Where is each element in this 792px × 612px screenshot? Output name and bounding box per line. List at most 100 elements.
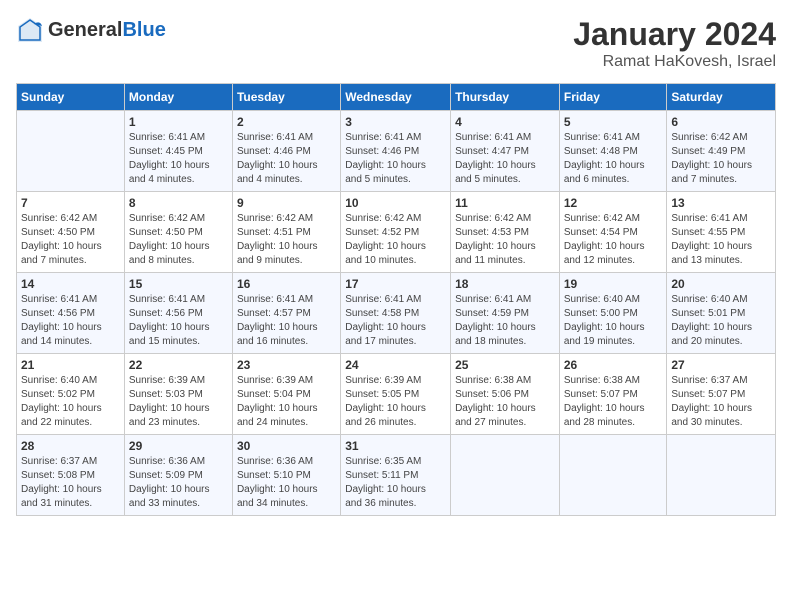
day-number: 11: [455, 196, 555, 210]
week-row-5: 28 Sunrise: 6:37 AM Sunset: 5:08 PM Dayli…: [17, 435, 776, 516]
day-number: 24: [345, 358, 446, 372]
location-title: Ramat HaKovesh, Israel: [573, 53, 776, 71]
calendar-cell: 2 Sunrise: 6:41 AM Sunset: 4:46 PM Daylig…: [232, 111, 340, 192]
day-number: 12: [564, 196, 663, 210]
calendar-cell: 26 Sunrise: 6:38 AM Sunset: 5:07 PM Dayli…: [559, 354, 667, 435]
day-number: 4: [455, 115, 555, 129]
day-number: 28: [21, 439, 120, 453]
day-number: 3: [345, 115, 446, 129]
calendar-table: SundayMondayTuesdayWednesdayThursdayFrid…: [16, 83, 776, 516]
day-info: Sunrise: 6:42 AM Sunset: 4:53 PM Dayligh…: [455, 212, 555, 268]
day-info: Sunrise: 6:40 AM Sunset: 5:01 PM Dayligh…: [671, 293, 771, 349]
calendar-cell: 9Sunrise: 6:42 AM Sunset: 4:51 PM Daylig…: [232, 192, 340, 273]
calendar-cell: 25Sunrise: 6:38 AM Sunset: 5:06 PM Dayli…: [451, 354, 560, 435]
day-number: 13: [671, 196, 771, 210]
day-header-friday: Friday: [559, 84, 667, 111]
day-info: Sunrise: 6:42 AM Sunset: 4:50 PM Dayligh…: [21, 212, 120, 268]
calendar-cell: 5Sunrise: 6:41 AM Sunset: 4:48 PM Daylig…: [559, 111, 667, 192]
day-info: Sunrise: 6:41 AM Sunset: 4:45 PM Dayligh…: [129, 131, 228, 187]
calendar-cell: 1Sunrise: 6:41 AM Sunset: 4:45 PM Daylig…: [124, 111, 232, 192]
day-number: 16: [237, 277, 336, 291]
day-header-tuesday: Tuesday: [232, 84, 340, 111]
day-info: Sunrise: 6:39 AM Sunset: 5:05 PM Dayligh…: [345, 374, 446, 430]
day-number: 31: [345, 439, 446, 453]
day-number: 8: [129, 196, 228, 210]
day-info: Sunrise: 6:42 AM Sunset: 4:49 PM Dayligh…: [671, 131, 771, 187]
day-number: 20: [671, 277, 771, 291]
day-info: Sunrise: 6:41 AM Sunset: 4:59 PM Dayligh…: [455, 293, 555, 349]
day-number: 17: [345, 277, 446, 291]
calendar-cell: 8Sunrise: 6:42 AM Sunset: 4:50 PM Daylig…: [124, 192, 232, 273]
day-info: Sunrise: 6:37 AM Sunset: 5:07 PM Dayligh…: [671, 374, 771, 430]
day-info: Sunrise: 6:40 AM Sunset: 5:02 PM Dayligh…: [21, 374, 120, 430]
day-number: 27: [671, 358, 771, 372]
day-number: 23: [237, 358, 336, 372]
week-row-4: 21 Sunrise: 6:40 AM Sunset: 5:02 PM Dayli…: [17, 354, 776, 435]
calendar-cell: [17, 111, 125, 192]
logo-general: General: [48, 19, 122, 41]
calendar-cell: 7 Sunrise: 6:42 AM Sunset: 4:50 PM Daylig…: [17, 192, 125, 273]
day-info: Sunrise: 6:36 AM Sunset: 5:09 PM Dayligh…: [129, 455, 228, 511]
day-number: 5: [564, 115, 663, 129]
day-info: Sunrise: 6:41 AM Sunset: 4:55 PM Dayligh…: [671, 212, 771, 268]
day-info: Sunrise: 6:41 AM Sunset: 4:47 PM Dayligh…: [455, 131, 555, 187]
day-number: 2: [237, 115, 336, 129]
day-number: 7: [21, 196, 120, 210]
calendar-cell: 23 Sunrise: 6:39 AM Sunset: 5:04 PM Dayli…: [232, 354, 340, 435]
day-info: Sunrise: 6:37 AM Sunset: 5:08 PM Dayligh…: [21, 455, 120, 511]
day-info: Sunrise: 6:40 AM Sunset: 5:00 PM Dayligh…: [564, 293, 663, 349]
calendar-cell: 3 Sunrise: 6:41 AM Sunset: 4:46 PM Daylig…: [341, 111, 451, 192]
day-number: 10: [345, 196, 446, 210]
calendar-cell: 6 Sunrise: 6:42 AM Sunset: 4:49 PM Daylig…: [667, 111, 776, 192]
day-info: Sunrise: 6:38 AM Sunset: 5:06 PM Dayligh…: [455, 374, 555, 430]
day-number: 29: [129, 439, 228, 453]
week-row-3: 14Sunrise: 6:41 AM Sunset: 4:56 PM Dayli…: [17, 273, 776, 354]
day-info: Sunrise: 6:35 AM Sunset: 5:11 PM Dayligh…: [345, 455, 446, 511]
day-header-wednesday: Wednesday: [341, 84, 451, 111]
month-title: January 2024: [573, 16, 776, 53]
header-row: SundayMondayTuesdayWednesdayThursdayFrid…: [17, 84, 776, 111]
calendar-cell: 17 Sunrise: 6:41 AM Sunset: 4:58 PM Dayli…: [341, 273, 451, 354]
day-number: 30: [237, 439, 336, 453]
title-block: January 2024 Ramat HaKovesh, Israel: [573, 16, 776, 71]
calendar-cell: 10 Sunrise: 6:42 AM Sunset: 4:52 PM Dayli…: [341, 192, 451, 273]
day-number: 15: [129, 277, 228, 291]
calendar-cell: [559, 435, 667, 516]
calendar-cell: 30 Sunrise: 6:36 AM Sunset: 5:10 PM Dayli…: [232, 435, 340, 516]
day-info: Sunrise: 6:41 AM Sunset: 4:56 PM Dayligh…: [129, 293, 228, 349]
calendar-cell: 18 Sunrise: 6:41 AM Sunset: 4:59 PM Dayli…: [451, 273, 560, 354]
day-info: Sunrise: 6:41 AM Sunset: 4:46 PM Dayligh…: [237, 131, 336, 187]
day-info: Sunrise: 6:38 AM Sunset: 5:07 PM Dayligh…: [564, 374, 663, 430]
logo-icon: [16, 16, 44, 44]
day-number: 26: [564, 358, 663, 372]
day-number: 19: [564, 277, 663, 291]
day-number: 21: [21, 358, 120, 372]
calendar-cell: 15 Sunrise: 6:41 AM Sunset: 4:56 PM Dayli…: [124, 273, 232, 354]
day-info: Sunrise: 6:41 AM Sunset: 4:57 PM Dayligh…: [237, 293, 336, 349]
calendar-cell: 16 Sunrise: 6:41 AM Sunset: 4:57 PM Dayli…: [232, 273, 340, 354]
day-info: Sunrise: 6:41 AM Sunset: 4:46 PM Dayligh…: [345, 131, 446, 187]
calendar-cell: 13 Sunrise: 6:41 AM Sunset: 4:55 PM Dayli…: [667, 192, 776, 273]
day-info: Sunrise: 6:39 AM Sunset: 5:04 PM Dayligh…: [237, 374, 336, 430]
day-info: Sunrise: 6:42 AM Sunset: 4:54 PM Dayligh…: [564, 212, 663, 268]
logo: GeneralBlue: [16, 16, 166, 44]
calendar-cell: 29 Sunrise: 6:36 AM Sunset: 5:09 PM Dayli…: [124, 435, 232, 516]
day-number: 18: [455, 277, 555, 291]
day-number: 22: [129, 358, 228, 372]
day-header-sunday: Sunday: [17, 84, 125, 111]
page-header: GeneralBlue January 2024 Ramat HaKovesh,…: [16, 16, 776, 71]
day-info: Sunrise: 6:41 AM Sunset: 4:58 PM Dayligh…: [345, 293, 446, 349]
week-row-2: 7 Sunrise: 6:42 AM Sunset: 4:50 PM Daylig…: [17, 192, 776, 273]
week-row-1: 1Sunrise: 6:41 AM Sunset: 4:45 PM Daylig…: [17, 111, 776, 192]
logo-blue: Blue: [122, 19, 165, 41]
day-info: Sunrise: 6:36 AM Sunset: 5:10 PM Dayligh…: [237, 455, 336, 511]
calendar-cell: 21 Sunrise: 6:40 AM Sunset: 5:02 PM Dayli…: [17, 354, 125, 435]
day-number: 6: [671, 115, 771, 129]
calendar-cell: 22 Sunrise: 6:39 AM Sunset: 5:03 PM Dayli…: [124, 354, 232, 435]
day-info: Sunrise: 6:42 AM Sunset: 4:52 PM Dayligh…: [345, 212, 446, 268]
calendar-cell: 12 Sunrise: 6:42 AM Sunset: 4:54 PM Dayli…: [559, 192, 667, 273]
day-info: Sunrise: 6:39 AM Sunset: 5:03 PM Dayligh…: [129, 374, 228, 430]
calendar-cell: [451, 435, 560, 516]
calendar-cell: 11 Sunrise: 6:42 AM Sunset: 4:53 PM Dayli…: [451, 192, 560, 273]
day-info: Sunrise: 6:41 AM Sunset: 4:56 PM Dayligh…: [21, 293, 120, 349]
